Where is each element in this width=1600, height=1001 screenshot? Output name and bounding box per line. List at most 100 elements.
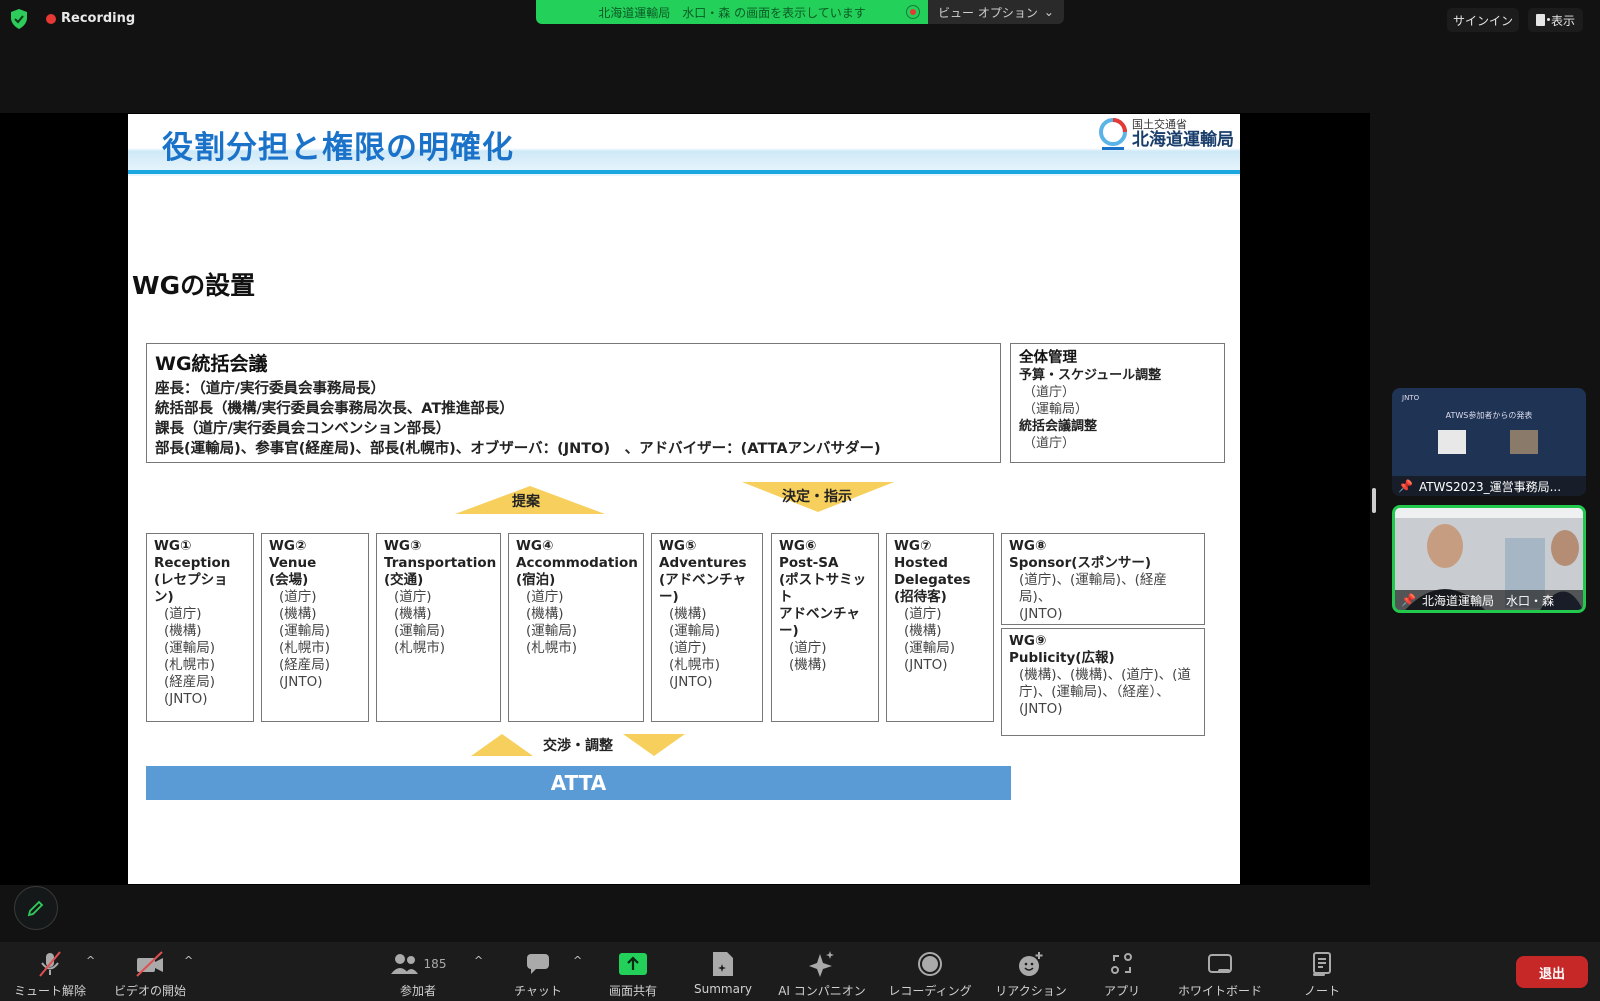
- security-shield-icon[interactable]: [9, 8, 29, 30]
- presentation-slide: 役割分担と権限の明確化 国土交通省 北海道運輸局 WGの設置 WG統括会議 座長…: [128, 114, 1240, 884]
- participant-tile[interactable]: JNTO ATWS参加者からの発表 📌 ATWS2023_運営事務局...: [1392, 388, 1586, 496]
- pencil-icon: [27, 900, 44, 917]
- wg-box: WG⑦ Hosted Delegates (招待客) (道庁) (機構) (運輸局) (JNT…: [886, 533, 994, 722]
- participant-name-bar: 📌 ATWS2023_運営事務局...: [1392, 476, 1586, 496]
- decide-label: 決定・指示: [782, 489, 852, 505]
- mlit-logo: 国土交通省 北海道運輸局: [1098, 117, 1234, 151]
- management-member: （道庁）: [1023, 436, 1076, 451]
- mlit-logo-icon: [1099, 118, 1127, 150]
- management-sub1: 予算・スケジュール調整: [1019, 368, 1162, 383]
- toolbar-label: Summary: [694, 982, 752, 996]
- display-button[interactable]: 表示: [1528, 8, 1584, 32]
- wg-member: (運輸局): [164, 640, 216, 656]
- meeting-toolbar: ミュート解除 ^ ビデオの開始 ^ 185 参加者 ^ チャット ^ 画面共有 Summary AI …: [0, 942, 1600, 1001]
- wg-member: (機構): [394, 606, 432, 622]
- wg-name: Accommodation: [516, 555, 638, 571]
- wg-id: WG⑨: [1009, 633, 1047, 649]
- wg-name: Post-SA: [779, 555, 839, 571]
- pin-icon[interactable]: 📌: [1398, 479, 1413, 493]
- panel-resize-handle[interactable]: [1372, 488, 1376, 513]
- speaker-photo: [1510, 430, 1538, 454]
- participant-name: ATWS2023_運営事務局...: [1418, 479, 1562, 494]
- wg-member: (札幌市): [669, 657, 721, 673]
- view-options-button[interactable]: ビュー オプション ⌄: [928, 0, 1064, 24]
- chevron-up-icon[interactable]: ^: [573, 954, 582, 967]
- wg-member: (JNTO): [1019, 606, 1063, 622]
- layout-icon: [1536, 14, 1550, 26]
- wg-member: (機構): [669, 606, 707, 622]
- wg-id: WG⑦: [894, 538, 932, 554]
- sign-in-button[interactable]: サインイン: [1447, 8, 1520, 32]
- toolbar-reaction-button[interactable]: リアクション: [981, 942, 1081, 1001]
- wg-box: WG④ Accommodation (宿泊) (道庁) (機構) (運輸局) (札幌市): [508, 533, 644, 722]
- management-member: （運輸局）: [1023, 402, 1089, 417]
- toolbar-participants-button[interactable]: 185 参加者: [368, 942, 468, 1001]
- wg-member: (道庁): [669, 640, 707, 656]
- wg-member: (JNTO): [164, 691, 208, 707]
- zoom-meeting-window: Recording 北海道運輸局 水口・森 の画面を表示しています ビュー オプ…: [0, 0, 1600, 1001]
- annotate-button[interactable]: [14, 886, 58, 930]
- participant-tile-active-speaker[interactable]: 📌 北海道運輸局 水口・森: [1392, 505, 1586, 613]
- wg-name: Delegates: [894, 572, 971, 588]
- chevron-up-icon[interactable]: ^: [184, 954, 193, 967]
- participant-name-bar: 📌 北海道運輸局 水口・森: [1395, 590, 1583, 610]
- chat-icon: [525, 948, 551, 980]
- wg-member: (機構): [526, 606, 564, 622]
- propose-label: 提案: [512, 494, 540, 510]
- toolbar-record-button[interactable]: レコーディング: [880, 942, 980, 1001]
- wg-name: (レセプション): [154, 572, 228, 605]
- management-heading: 全体管理: [1019, 350, 1077, 366]
- pin-icon[interactable]: 📌: [1401, 593, 1416, 607]
- wg-name: (会場): [269, 572, 309, 588]
- toolbar-apps-button[interactable]: アプリ: [1072, 942, 1172, 1001]
- wg-box: WG⑧ Sponsor(スポンサー) (道庁)、(運輸局)、(経産局)、 (JNTO): [1001, 533, 1205, 625]
- wg-box: WG⑨ Publicity(広報) (機構)、(機構)、(道庁)、(道 庁)、(運輸局…: [1001, 628, 1205, 736]
- wg-member: (運輸局): [669, 623, 721, 639]
- wg-member: (道庁): [164, 606, 202, 622]
- wg-member: (道庁): [904, 606, 942, 622]
- wg-box: WG⑥ Post-SA (ポストサミット アドベンチャー) (道庁) (機構): [771, 533, 879, 722]
- recording-indicator[interactable]: Recording: [46, 11, 135, 26]
- wg-name: (招待客): [894, 589, 947, 605]
- toolbar-share-screen-button[interactable]: 画面共有: [583, 942, 683, 1001]
- management-sub2: 統括会議調整: [1019, 419, 1098, 434]
- wg-box: WG② Venue (会場) (道庁) (機構) (運輸局) (札幌市) (経産局) (JNTO…: [261, 533, 369, 722]
- council-heading: WG統括会議: [155, 353, 268, 375]
- toolbar-video-off-button[interactable]: ビデオの開始: [100, 942, 200, 1001]
- toolbar-microphone-muted-button[interactable]: ミュート解除: [0, 942, 100, 1001]
- toolbar-label: ホワイトボード: [1177, 984, 1262, 998]
- wg-member: (経産局): [279, 657, 331, 673]
- toolbar-notes-button[interactable]: ノート: [1272, 942, 1372, 1001]
- overall-management-box: 全体管理 予算・スケジュール調整 （道庁） （運輸局） 統括会議調整 （道庁）: [1010, 343, 1225, 463]
- wg-member: (道庁): [279, 589, 317, 605]
- chevron-up-icon[interactable]: ^: [86, 954, 95, 967]
- leave-button[interactable]: 退出: [1516, 956, 1588, 988]
- toolbar-whiteboard-button[interactable]: ホワイトボード: [1170, 942, 1270, 1001]
- screen-share-banner: 北海道運輸局 水口・森 の画面を表示しています: [536, 0, 928, 24]
- jnto-logo: JNTO: [1402, 394, 1420, 402]
- section-title: WGの設置: [132, 271, 256, 300]
- participant-name: 北海道運輸局 水口・森: [1421, 593, 1554, 608]
- ai-companion-icon: [808, 948, 836, 980]
- wg-name: Reception: [154, 555, 231, 571]
- chevron-up-icon[interactable]: ^: [474, 954, 483, 967]
- toolbar-label: 画面共有: [608, 984, 657, 998]
- wg-member: (札幌市): [526, 640, 578, 656]
- microphone-muted-icon: [37, 948, 63, 980]
- wg-name: (ポストサミット: [779, 572, 867, 605]
- toolbar-label: チャット: [514, 984, 562, 998]
- toolbar-summary-button[interactable]: Summary: [673, 942, 773, 1001]
- wg-name: Hosted: [894, 555, 948, 571]
- wg-member: (機構): [904, 623, 942, 639]
- wg-member: (運輸局): [394, 623, 446, 639]
- council-line: 課長（道庁/実行委員会コンベンション部長）: [155, 421, 451, 437]
- toolbar-label: ミュート解除: [13, 984, 86, 998]
- wg-name: Transportation: [384, 555, 497, 571]
- toolbar-label: レコーディング: [888, 984, 972, 998]
- stop-share-icon[interactable]: [906, 5, 920, 19]
- toolbar-chat-button[interactable]: チャット: [488, 942, 588, 1001]
- toolbar-ai-companion-button[interactable]: AI コンパニオン: [772, 942, 872, 1001]
- council-line: 座長：（道庁/実行委員会事務局長）: [155, 381, 386, 397]
- wg-member: (運輸局): [279, 623, 331, 639]
- recording-label: Recording: [61, 11, 136, 26]
